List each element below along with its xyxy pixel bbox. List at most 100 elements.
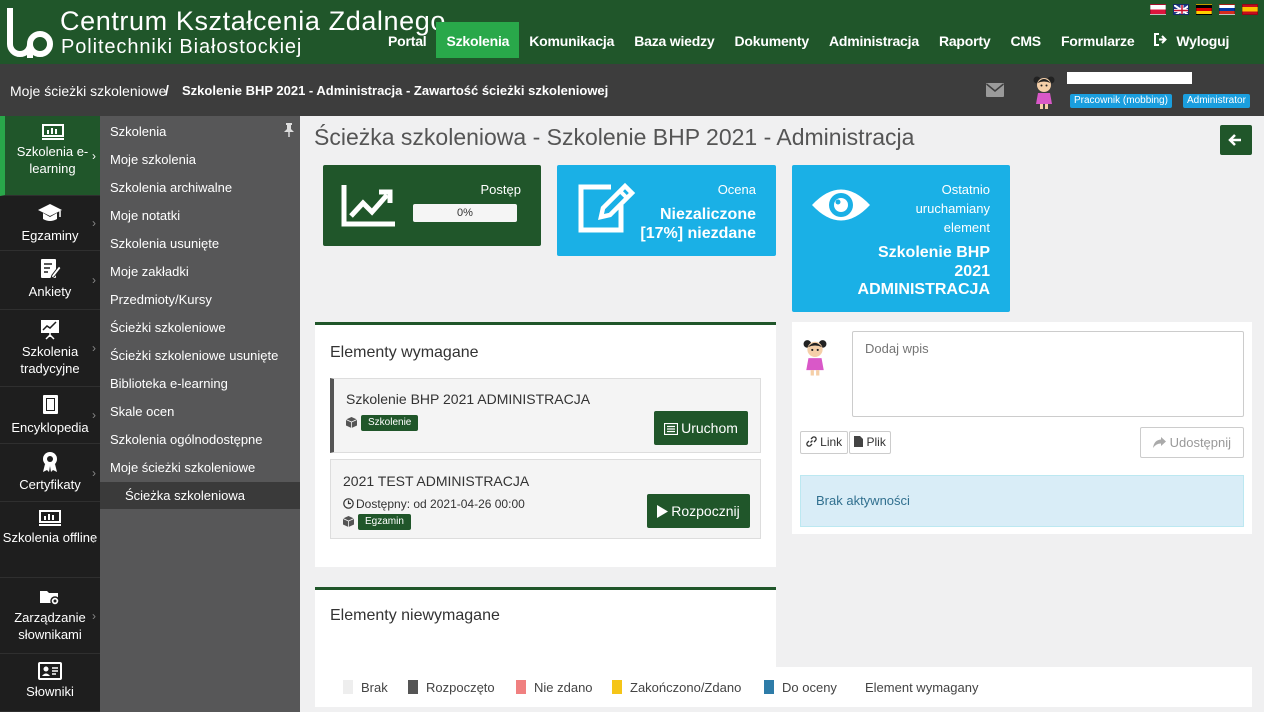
clock-icon [343, 498, 354, 509]
pin-icon[interactable] [283, 123, 295, 137]
legend-label: Rozpoczęto [426, 680, 495, 695]
nav-dokumenty[interactable]: Dokumenty [725, 22, 819, 58]
logo-subtitle: Politechniki Białostockiej [61, 36, 303, 58]
sidebar-item-label: Zarządzanie słownikami [14, 610, 86, 642]
logout-button[interactable]: Wyloguj [1144, 22, 1239, 58]
submenu-item-sciezka-szkoleniowa[interactable]: Ścieżka szkoleniowa [125, 488, 245, 503]
edit-icon [578, 182, 636, 233]
flag-pl-icon[interactable] [1150, 4, 1166, 15]
submenu-item-sciezki-usuniete[interactable]: Ścieżki szkoleniowe usunięte [110, 348, 278, 363]
sidebar-item-szkolenia-tradycyjne[interactable]: Szkolenia tradycyjne › [0, 310, 100, 387]
submenu-item-skale-ocen[interactable]: Skale ocen [110, 404, 174, 419]
flag-en-icon[interactable] [1173, 4, 1189, 15]
sidebar-item-label: Słowniki [26, 684, 74, 699]
legend-item: Element wymagany [865, 680, 978, 695]
flag-de-icon[interactable] [1196, 4, 1212, 15]
submenu-item-moje-szkolenia[interactable]: Moje szkolenia [110, 152, 196, 167]
availability-label: Dostępny: od 2021-04-26 00:00 [356, 497, 525, 511]
nav-baza-wiedzy[interactable]: Baza wiedzy [624, 22, 724, 58]
language-switcher [1150, 4, 1258, 15]
item-title[interactable]: 2021 TEST ADMINISTRACJA [343, 473, 529, 489]
submenu-item-szkolenia-usuniete[interactable]: Szkolenia usunięte [110, 236, 219, 251]
file-icon [854, 436, 864, 447]
last-launched-value[interactable]: 2021 [954, 262, 990, 281]
start-button-label: Rozpocznij [671, 503, 740, 519]
play-icon [657, 505, 669, 518]
sidebar-item-certyfikaty[interactable]: Certyfikaty › [0, 444, 100, 502]
back-button[interactable] [1220, 125, 1252, 155]
availability-text: Dostępny: od 2021-04-26 00:00 [343, 497, 525, 511]
sidebar-item-szkolenia-offline[interactable]: Szkolenia offline › [0, 502, 100, 578]
nav-szkolenia[interactable]: Szkolenia [436, 22, 520, 58]
submenu-item-przedmioty-kursy[interactable]: Przedmioty/Kursy [110, 292, 212, 307]
legend-label: Zakończono/Zdano [630, 680, 742, 695]
sidebar-item-label: Ankiety [28, 284, 72, 299]
graduation-cap-icon [38, 204, 62, 221]
submenu-item-moje-sciezki[interactable]: Moje ścieżki szkoleniowe [110, 460, 255, 475]
nav-portal[interactable]: Portal [378, 22, 436, 58]
avatar[interactable] [1033, 74, 1055, 110]
flag-es-icon[interactable] [1242, 4, 1258, 15]
nav-cms[interactable]: CMS [1000, 22, 1051, 58]
sidebar-item-egzaminy[interactable]: Egzaminy › [0, 196, 100, 251]
chevron-right-icon: › [92, 273, 96, 287]
item-title[interactable]: Szkolenie BHP 2021 ADMINISTRACJA [346, 391, 590, 407]
submenu-item-szkolenia-archiwalne[interactable]: Szkolenia archiwalne [110, 180, 232, 195]
launch-button[interactable]: Uruchom [654, 411, 748, 445]
offline-board-icon [39, 510, 61, 526]
legend-item: Nie zdano [516, 680, 593, 695]
sidebar-item-zarzadzanie-slownikami[interactable]: Zarządzanie słownikami › [0, 578, 100, 654]
book-icon [43, 395, 58, 414]
link-label: Link [820, 435, 843, 449]
username-redacted [1067, 72, 1192, 84]
submenu-item-moje-zakladki[interactable]: Moje zakładki [110, 264, 189, 279]
optional-elements-panel: Elementy niewymagane [315, 587, 776, 667]
page-title: Ścieżka szkoleniowa - Szkolenie BHP 2021… [314, 124, 915, 150]
post-input[interactable] [852, 331, 1244, 417]
add-file-button[interactable]: Plik [849, 431, 891, 454]
sidebar-item-label: Szkolenia e-learning [16, 144, 89, 176]
sidebar: Szkolenia e-learning › Egzaminy › Ankiet… [0, 116, 100, 712]
grade-value-detail: [17%] niezdane [640, 225, 756, 242]
file-label: Plik [866, 435, 886, 449]
last-launched-value[interactable]: ADMINISTRACJA [858, 280, 990, 299]
flag-ru-icon[interactable] [1219, 4, 1235, 15]
legend-item: Do oceny [764, 680, 837, 695]
legend-swatch [343, 680, 353, 694]
share-icon [1152, 437, 1166, 448]
legend-label: Element wymagany [865, 680, 979, 695]
sidebar-item-szkolenia-elearning[interactable]: Szkolenia e-learning › [0, 116, 100, 196]
sidebar-item-ankiety[interactable]: Ankiety › [0, 251, 100, 310]
last-launched-label: Ostatnio [941, 182, 990, 197]
nav-raporty[interactable]: Raporty [929, 22, 1001, 58]
sidebar-item-label: Encyklopedia [11, 420, 89, 435]
required-elements-title: Elementy wymagane [330, 344, 479, 361]
sidebar-item-slowniki[interactable]: Słowniki [0, 654, 100, 712]
share-button[interactable]: Udostępnij [1140, 427, 1244, 458]
sidebar-item-encyklopedia[interactable]: Encyklopedia › [0, 387, 100, 444]
mail-icon[interactable] [986, 83, 1004, 97]
sidebar-item-label: Egzaminy [21, 228, 79, 243]
grade-tile: Ocena Niezaliczone [17%] niezdane [557, 165, 776, 256]
submenu-item-biblioteka-elearning[interactable]: Biblioteka e-learning [110, 376, 228, 391]
submenu-item-sciezki-szkoleniowe[interactable]: Ścieżki szkoleniowe [110, 320, 226, 335]
nav-komunikacja[interactable]: Komunikacja [519, 22, 624, 58]
role-badge: Administrator [1183, 94, 1250, 108]
sidebar-item-label: Certyfikaty [19, 477, 81, 492]
nav-administracja[interactable]: Administracja [819, 22, 929, 58]
nav-formularze[interactable]: Formularze [1051, 22, 1144, 58]
legend-swatch [612, 680, 622, 694]
logo-icon[interactable] [6, 4, 54, 60]
list-icon [663, 422, 679, 436]
submenu-item-moje-notatki[interactable]: Moje notatki [110, 208, 180, 223]
last-launched-value[interactable]: Szkolenie BHP [878, 243, 990, 262]
progress-value: 0% [457, 207, 473, 219]
start-button[interactable]: Rozpocznij [647, 494, 750, 528]
breadcrumb-link[interactable]: Moje ścieżki szkoleniowe [10, 83, 166, 99]
submenu-item-szkolenia-ogolnodostepne[interactable]: Szkolenia ogólnodostępne [110, 432, 263, 447]
chevron-right-icon: › [92, 532, 96, 547]
grade-label: Ocena [717, 182, 756, 197]
legend-label: Do oceny [782, 680, 837, 695]
add-link-button[interactable]: Link [800, 431, 848, 454]
submenu-item-szkolenia[interactable]: Szkolenia [110, 124, 166, 139]
